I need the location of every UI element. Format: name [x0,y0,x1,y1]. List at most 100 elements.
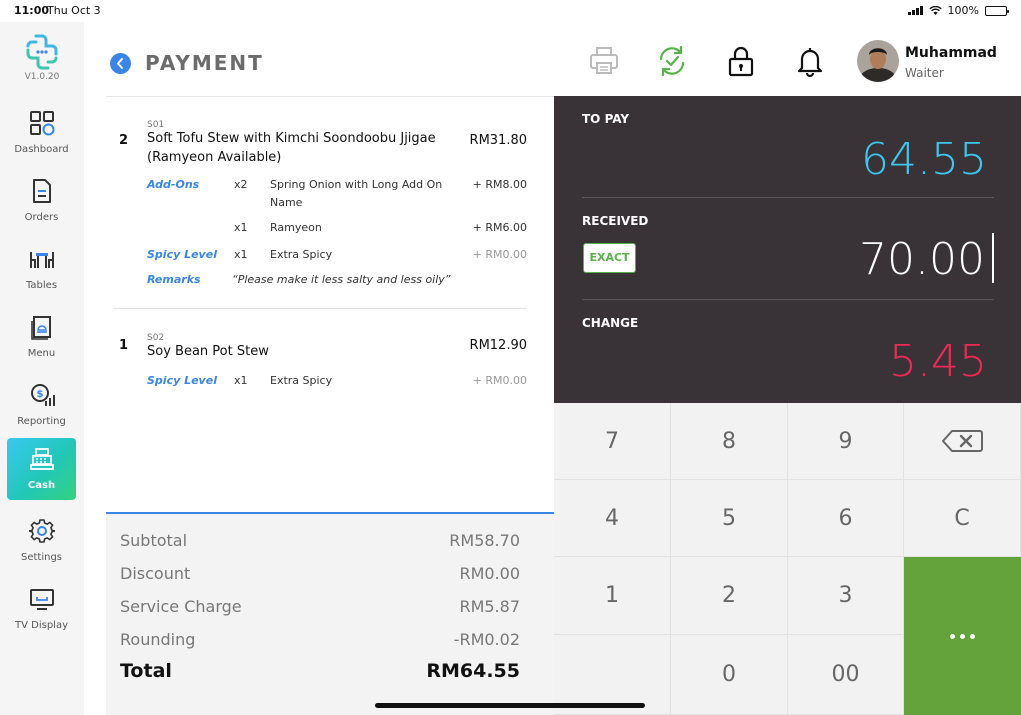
order-price: RM31.80 [469,133,527,148]
app-version: V1.0.20 [24,72,60,82]
input-caret [992,233,994,283]
sidebar: V1.0.20 Dashboard Orders Tables Menu $ R… [0,22,84,715]
status-bar: 11:00 Thu Oct 3 100% [0,0,1021,22]
backspace-key[interactable] [904,403,1021,480]
key-8[interactable]: 8 [671,403,788,480]
sidebar-item-dashboard[interactable]: Dashboard [7,102,76,164]
user-role: Waiter [905,66,944,80]
bell-icon [797,48,823,78]
order-price: RM12.90 [469,338,527,353]
order-divider [113,308,527,309]
addon-name: Ramyeon [270,221,322,234]
sync-button[interactable] [656,44,688,78]
service-charge-label: Service Charge [120,597,242,616]
rounding-row: Rounding -RM0.02 [120,630,520,649]
printer-icon [590,47,618,74]
wifi-icon [928,6,942,15]
panel-divider [582,197,994,198]
spicy-level-label: Spicy Level [147,374,217,387]
panel-divider [582,299,994,300]
sidebar-item-tables[interactable]: Tables [7,238,76,300]
dashboard-icon [30,111,55,136]
sidebar-item-menu[interactable]: Menu [7,306,76,368]
received-amount[interactable]: 70.00 [859,234,985,285]
status-time: 11:00 [14,4,50,17]
discount-value: RM0.00 [459,564,520,583]
addon-qty: x2 [234,178,248,191]
key-7[interactable]: 7 [554,403,671,480]
lock-button[interactable] [725,44,757,78]
to-pay-amount: 64.55 [861,134,987,185]
spicy-qty: x1 [234,248,248,261]
sidebar-item-label: Tables [25,280,58,291]
print-button[interactable] [588,44,620,78]
service-charge-value: RM5.87 [459,597,520,616]
battery-icon [985,5,1009,16]
order-name: Soy Bean Pot Stew [147,344,269,359]
key-0[interactable]: 0 [671,635,788,715]
key-5[interactable]: 5 [671,480,788,557]
sidebar-item-orders[interactable]: Orders [7,170,76,232]
gear-icon [29,519,55,543]
orders-icon [33,179,51,203]
header-divider [106,96,554,97]
app-logo-icon [26,34,58,70]
sidebar-item-reporting[interactable]: $ Reporting [7,374,76,436]
more-options-button[interactable] [904,557,1021,715]
sidebar-item-label: Settings [20,552,62,563]
key-4[interactable]: 4 [554,480,671,557]
remarks-text: “Please make it less salty and less oily… [232,273,451,286]
exact-button[interactable]: EXACT [583,243,636,273]
order-qty: 1 [119,338,129,353]
notifications-button[interactable] [794,44,826,78]
status-date: Thu Oct 3 [47,4,101,17]
remarks-label: Remarks [147,273,201,286]
spicy-name: Extra Spicy [270,374,333,387]
subtotal-value: RM58.70 [449,531,520,550]
discount-row: Discount RM0.00 [120,564,520,583]
tables-icon [30,252,54,268]
home-indicator [375,703,645,708]
menu-icon [31,316,51,340]
addon-price: + RM8.00 [472,178,527,191]
sidebar-item-label: Cash [27,480,56,491]
key-2[interactable]: 2 [671,557,788,635]
sidebar-item-label: Dashboard [14,144,69,155]
page-title: PAYMENT [145,51,264,75]
key-00[interactable]: 00 [788,635,904,715]
avatar[interactable] [857,40,899,82]
key-3[interactable]: 3 [788,557,904,635]
discount-label: Discount [120,564,191,583]
sidebar-item-settings[interactable]: Settings [7,510,76,572]
change-label: CHANGE [582,316,639,330]
addon-price: + RM6.00 [472,221,527,234]
sidebar-item-label: Menu [27,348,56,359]
payment-summary-panel: TO PAY 64.55 RECEIVED EXACT 70.00 CHANGE… [554,96,1021,403]
clear-key[interactable]: C [904,480,1021,557]
back-button[interactable] [110,53,131,74]
addon-name: Spring Onion with Long Add On Name [270,178,443,209]
key-6[interactable]: 6 [788,480,904,557]
order-item[interactable]: 1 S02 Soy Bean Pot Stew RM12.90 Spicy Le… [106,330,554,400]
key-9[interactable]: 9 [788,403,904,480]
sidebar-item-tv-display[interactable]: TV Display [7,578,76,640]
sidebar-item-label: Orders [24,212,59,223]
totals-panel: Subtotal RM58.70 Discount RM0.00 Service… [106,512,554,715]
spicy-level-label: Spicy Level [147,248,217,261]
rounding-label: Rounding [120,630,196,649]
total-value: RM64.55 [426,660,520,682]
tv-icon [30,589,54,610]
total-label: Total [120,660,172,682]
sync-check-icon [659,45,685,77]
addons-label: Add-Ons [147,178,200,191]
sidebar-item-cash[interactable]: Cash [7,438,76,500]
status-right: 100% [907,4,1009,17]
key-1[interactable]: 1 [554,557,671,635]
user-photo-icon [857,40,899,82]
sidebar-item-label: TV Display [15,620,68,631]
signal-icon [907,6,923,15]
sidebar-item-label: Reporting [17,416,66,427]
subtotal-label: Subtotal [120,531,188,550]
keypad: 7 8 9 4 5 6 C 1 2 3 0 00 [554,403,1021,715]
order-item[interactable]: 2 S01 Soft Tofu Stew with Kimchi Soondoo… [106,118,554,298]
